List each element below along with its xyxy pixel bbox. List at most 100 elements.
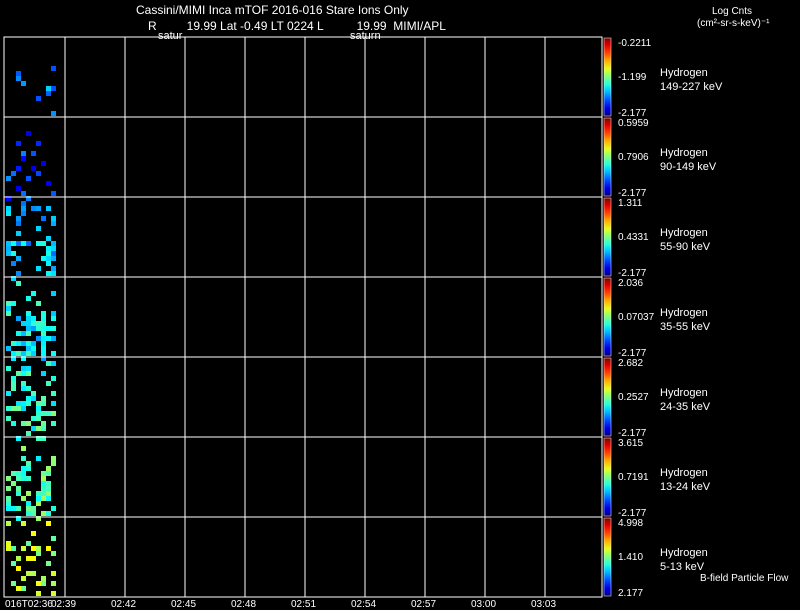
data-pixel xyxy=(21,206,26,211)
data-pixel xyxy=(6,496,11,501)
data-pixel xyxy=(11,376,16,381)
data-pixel xyxy=(31,571,36,576)
data-pixel xyxy=(36,546,41,551)
data-pixel xyxy=(26,431,31,436)
data-pixel xyxy=(16,406,21,411)
colorbar-mid-label: 0.4331 xyxy=(618,232,649,243)
colorbar-mid-label: -1.199 xyxy=(618,72,647,83)
data-pixel xyxy=(36,591,41,596)
data-pixel xyxy=(16,241,21,246)
data-pixel xyxy=(21,341,26,346)
data-pixel xyxy=(41,346,46,351)
data-pixel xyxy=(26,241,31,246)
data-pixel xyxy=(31,151,36,156)
data-pixel xyxy=(26,351,31,356)
data-pixel xyxy=(41,411,46,416)
data-pixel xyxy=(46,91,51,96)
data-pixel xyxy=(36,321,41,326)
colorbar xyxy=(604,278,611,356)
data-pixel xyxy=(51,291,56,296)
data-pixel xyxy=(16,71,21,76)
panel-frame xyxy=(3,196,603,278)
data-pixel xyxy=(51,86,56,91)
data-pixel xyxy=(26,176,31,181)
data-pixel xyxy=(6,311,11,316)
data-pixel xyxy=(6,546,11,551)
data-pixel xyxy=(26,421,31,426)
data-pixel xyxy=(41,511,46,516)
data-pixel xyxy=(21,576,26,581)
x-tick-label: 016T02:36 xyxy=(5,599,53,610)
data-pixel xyxy=(11,351,16,356)
data-pixel xyxy=(21,546,26,551)
data-pixel xyxy=(51,551,56,556)
panel-energy-label: 55-90 keV xyxy=(660,241,711,253)
data-pixel xyxy=(6,506,11,511)
panel-energy-label: 35-55 keV xyxy=(660,321,711,333)
data-pixel xyxy=(26,346,31,351)
colorbar-mid-label: 1.410 xyxy=(618,552,644,563)
data-pixel xyxy=(16,271,21,276)
data-pixel xyxy=(51,241,56,246)
data-pixel xyxy=(16,76,21,81)
x-tick-label: 02:39 xyxy=(51,599,77,610)
data-pixel xyxy=(36,406,41,411)
data-pixel xyxy=(51,456,56,461)
data-pixel xyxy=(26,326,31,331)
panel-energy-label: 149-227 keV xyxy=(660,81,723,93)
data-pixel xyxy=(51,351,56,356)
data-pixel xyxy=(31,326,36,331)
data-pixel xyxy=(51,506,56,511)
data-pixel xyxy=(46,481,51,486)
data-pixel xyxy=(41,421,46,426)
panel-energy-label: 90-149 keV xyxy=(660,161,717,173)
data-pixel xyxy=(26,506,31,511)
data-pixel xyxy=(6,476,11,481)
data-pixel xyxy=(36,226,41,231)
panel-energy-label: 13-24 keV xyxy=(660,481,711,493)
data-pixel xyxy=(36,411,41,416)
data-pixel xyxy=(31,341,36,346)
data-pixel xyxy=(6,486,11,491)
data-pixel xyxy=(26,511,31,516)
data-pixel xyxy=(11,251,16,256)
data-pixel xyxy=(21,351,26,356)
data-pixel xyxy=(26,296,31,301)
data-pixel xyxy=(46,496,51,501)
data-pixel xyxy=(41,486,46,491)
data-pixel xyxy=(41,476,46,481)
data-pixel xyxy=(46,86,51,91)
data-pixel xyxy=(46,251,51,256)
data-pixel xyxy=(36,496,41,501)
data-pixel xyxy=(51,411,56,416)
data-pixel xyxy=(46,246,51,251)
x-tick-label: 02:42 xyxy=(111,599,137,610)
panel-species-label: Hydrogen xyxy=(660,547,708,559)
panel-species-label: Hydrogen xyxy=(660,147,708,159)
data-pixel xyxy=(41,216,46,221)
panel-species-label: Hydrogen xyxy=(660,227,708,239)
data-pixel xyxy=(31,351,36,356)
data-pixel xyxy=(36,266,41,271)
data-pixel xyxy=(26,316,31,321)
data-pixel xyxy=(11,386,16,391)
data-pixel xyxy=(41,256,46,261)
colorbar xyxy=(604,38,611,116)
data-pixel xyxy=(46,546,51,551)
data-pixel xyxy=(16,141,21,146)
data-pixel xyxy=(41,426,46,431)
data-pixel xyxy=(16,186,21,191)
data-pixel xyxy=(16,506,21,511)
data-pixel xyxy=(6,306,11,311)
data-pixel xyxy=(21,381,26,386)
data-pixel xyxy=(31,321,36,326)
data-pixel xyxy=(26,476,31,481)
data-pixel xyxy=(51,256,56,261)
panel-frame xyxy=(3,36,603,118)
colorbar-max-label: 3.615 xyxy=(618,438,644,449)
panel-species-label: Hydrogen xyxy=(660,467,708,479)
data-pixel xyxy=(11,561,16,566)
panel-energy-label: 5-13 keV xyxy=(660,561,705,573)
data-pixel xyxy=(46,561,51,566)
panel-species-label: Hydrogen xyxy=(660,307,708,319)
